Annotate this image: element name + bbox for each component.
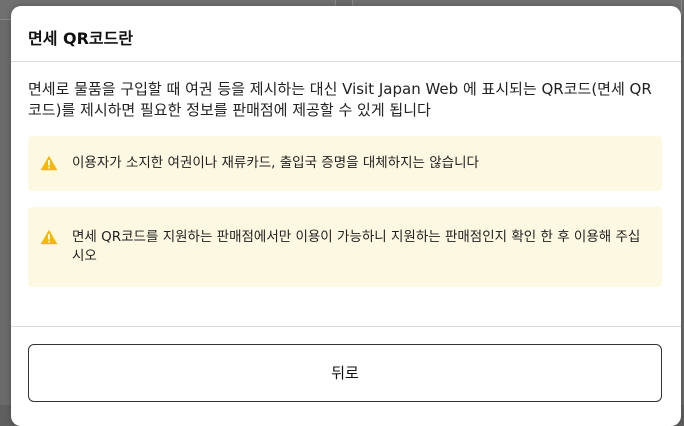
footer-divider [11,326,681,327]
back-button[interactable]: 뒤로 [28,344,662,402]
warning-icon [40,229,58,245]
modal-body: 면세로 물품을 구입할 때 여권 등을 제시하는 대신 Visit Japan … [11,62,681,287]
modal-header: 면세 QR코드란 [11,6,681,62]
notice-text: 이용자가 소지한 여권이나 재류카드, 출입국 증명을 대체하지는 않습니다 [72,155,479,171]
modal-description: 면세로 물품을 구입할 때 여권 등을 제시하는 대신 Visit Japan … [28,80,652,119]
notice-text: 면세 QR코드를 지원하는 판매점에서만 이용이 가능하니 지원하는 판매점인지… [72,229,641,264]
warning-icon [40,155,58,171]
modal-title: 면세 QR코드란 [28,29,134,48]
tax-free-qr-modal: 면세 QR코드란 면세로 물품을 구입할 때 여권 등을 제시하는 대신 Vis… [11,6,681,426]
notice-passport: 이용자가 소지한 여권이나 재류카드, 출입국 증명을 대체하지는 않습니다 [28,136,662,191]
notice-supported-stores: 면세 QR코드를 지원하는 판매점에서만 이용이 가능하니 지원하는 판매점인지… [28,207,662,287]
